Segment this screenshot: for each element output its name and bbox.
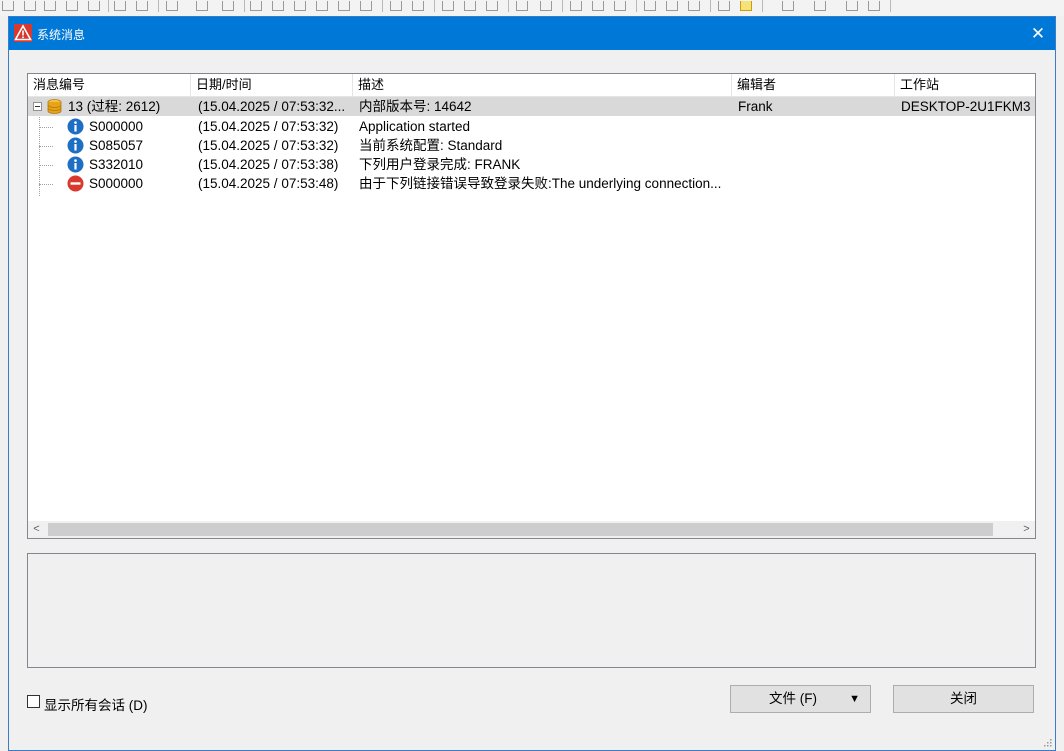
toolbar-icon <box>486 1 498 11</box>
toolbar-icon <box>782 1 794 11</box>
table-row[interactable]: S000000 (15.04.2025 / 07:53:32) Applicat… <box>28 117 1035 136</box>
message-number: 13 (过程: 2612) <box>68 99 161 114</box>
toolbar-icon <box>688 1 700 11</box>
toolbar-separator <box>108 0 109 12</box>
toolbar-separator <box>158 0 159 12</box>
toolbar-icon <box>614 1 626 11</box>
toolbar-icon <box>2 1 14 11</box>
message-number: S000000 <box>89 176 144 191</box>
show-all-sessions-checkbox[interactable] <box>27 695 40 708</box>
message-description: 内部版本号: 14642 <box>359 99 472 114</box>
table-row[interactable]: 13 (过程: 2612) (15.04.2025 / 07:53:32... … <box>28 97 1035 116</box>
message-datetime: (15.04.2025 / 07:53:32... <box>198 99 346 114</box>
toolbar-icon <box>442 1 454 11</box>
column-header-workstation[interactable]: 工作站 <box>895 74 1035 96</box>
message-description: 下列用户登录完成: FRANK <box>359 157 521 172</box>
toolbar-icon <box>114 1 126 11</box>
message-number: S332010 <box>89 157 144 172</box>
toolbar-separator <box>762 0 763 12</box>
toolbar-icon <box>540 1 552 11</box>
toolbar-icon <box>412 1 424 11</box>
toolbar-separator <box>636 0 637 12</box>
toolbar-icon <box>464 1 476 11</box>
horizontal-scrollbar[interactable]: < > <box>28 521 1035 538</box>
toolbar-icon <box>316 1 328 11</box>
message-detail-panel <box>27 553 1036 668</box>
toolbar-separator <box>244 0 245 12</box>
scroll-left-button[interactable]: < <box>28 521 45 538</box>
message-description: Application started <box>359 119 471 134</box>
message-datetime: (15.04.2025 / 07:53:32) <box>198 138 339 153</box>
toolbar-icon <box>592 1 604 11</box>
info-icon <box>67 118 84 135</box>
toolbar-separator <box>890 0 891 12</box>
toolbar-icon <box>360 1 372 11</box>
warning-triangle-icon <box>14 24 32 42</box>
toolbar-icon <box>718 1 730 11</box>
window-title: 系统消息 <box>37 28 86 42</box>
toolbar-icon <box>196 1 208 11</box>
toolbar-separator <box>382 0 383 12</box>
file-button-label: 文件 (F) <box>769 691 817 706</box>
toolbar-icon <box>136 1 148 11</box>
window-close-button[interactable]: ✕ <box>1021 17 1055 50</box>
toolbar-icon <box>516 1 528 11</box>
list-header: 消息编号 日期/时间 描述 编辑者 工作站 <box>28 74 1035 97</box>
message-datetime: (15.04.2025 / 07:53:48) <box>198 176 339 191</box>
close-button[interactable]: 关闭 <box>893 685 1034 713</box>
column-header-number[interactable]: 消息编号 <box>28 74 191 96</box>
toolbar-separator <box>508 0 509 12</box>
table-row[interactable]: S332010 (15.04.2025 / 07:53:38) 下列用户登录完成… <box>28 155 1035 174</box>
scroll-right-button[interactable]: > <box>1018 521 1035 538</box>
toolbar-icon <box>222 1 234 11</box>
message-list[interactable]: 消息编号 日期/时间 描述 编辑者 工作站 13 (过程: 2612) (15.… <box>27 73 1036 539</box>
toolbar-separator <box>434 0 435 12</box>
toolbar-icon <box>294 1 306 11</box>
file-menu-button[interactable]: 文件 (F) ▼ <box>730 685 871 713</box>
toolbar-icon <box>338 1 350 11</box>
message-description: 当前系统配置: Standard <box>359 138 503 153</box>
toolbar-icon <box>846 1 858 11</box>
column-header-datetime[interactable]: 日期/时间 <box>191 74 353 96</box>
system-messages-dialog: 系统消息 ✕ 消息编号 日期/时间 描述 编辑者 工作站 13 (过程: 261… <box>8 16 1056 751</box>
column-header-editor[interactable]: 编辑者 <box>732 74 895 96</box>
database-icon <box>47 99 62 114</box>
message-description: 由于下列链接错误导致登录失败:The underlying connection… <box>359 176 722 191</box>
column-header-description[interactable]: 描述 <box>353 74 732 96</box>
background-toolbar <box>0 0 1064 16</box>
toolbar-separator <box>710 0 711 12</box>
toolbar-icon <box>66 1 78 11</box>
message-datetime: (15.04.2025 / 07:53:32) <box>198 119 339 134</box>
resize-grip-icon[interactable] <box>1042 737 1052 747</box>
toolbar-icon <box>666 1 678 11</box>
message-workstation: DESKTOP-2U1FKM3 <box>901 99 1031 114</box>
toolbar-icon <box>644 1 656 11</box>
dropdown-arrow-icon: ▼ <box>849 693 860 705</box>
toolbar-icon <box>390 1 402 11</box>
scroll-thumb[interactable] <box>48 523 993 536</box>
toolbar-icon <box>24 1 36 11</box>
info-icon <box>67 137 84 154</box>
toolbar-icon <box>88 1 100 11</box>
message-number: S085057 <box>89 138 144 153</box>
message-number: S000000 <box>89 119 144 134</box>
toolbar-separator <box>562 0 563 12</box>
title-bar: 系统消息 ✕ <box>9 17 1055 50</box>
toolbar-icon <box>250 1 262 11</box>
toolbar-icon <box>868 1 880 11</box>
toolbar-icon <box>740 1 752 11</box>
table-row[interactable]: S085057 (15.04.2025 / 07:53:32) 当前系统配置: … <box>28 136 1035 155</box>
toolbar-icon <box>570 1 582 11</box>
toolbar-icon <box>44 1 56 11</box>
table-row[interactable]: S000000 (15.04.2025 / 07:53:48) 由于下列链接错误… <box>28 174 1035 193</box>
toolbar-icon <box>814 1 826 11</box>
collapse-toggle[interactable] <box>33 102 42 111</box>
show-all-sessions-label[interactable]: 显示所有会话 (D) <box>44 694 148 714</box>
info-icon <box>67 156 84 173</box>
error-icon <box>67 175 84 192</box>
toolbar-icon <box>166 1 178 11</box>
message-datetime: (15.04.2025 / 07:53:38) <box>198 157 339 172</box>
message-editor: Frank <box>738 99 773 114</box>
toolbar-icon <box>272 1 284 11</box>
